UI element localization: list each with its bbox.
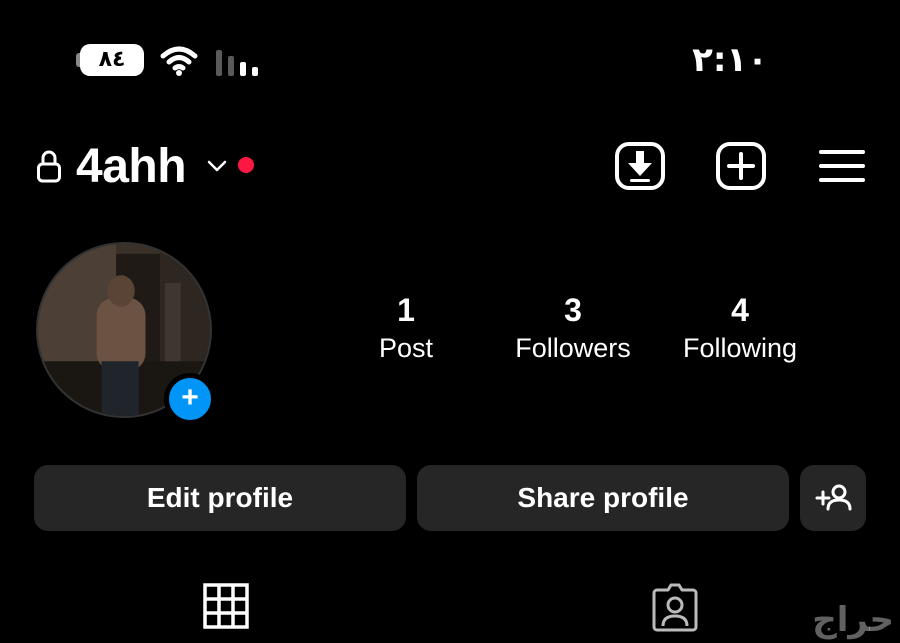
stat-posts-count: 1 [397, 292, 415, 328]
tab-posts-grid[interactable] [198, 578, 254, 634]
archive-download-button[interactable] [612, 138, 668, 194]
wifi-icon [160, 44, 198, 76]
username[interactable]: 4ahh [76, 138, 187, 196]
profile-screen: ٨٤ ٢:١٠ 4ahh + 1 Post 3 Followers 4 Foll… [0, 0, 900, 643]
stat-following-count: 4 [731, 292, 749, 328]
status-time: ٢:١٠ [692, 40, 768, 80]
tab-tagged[interactable] [647, 578, 703, 634]
add-story-button[interactable]: + [164, 373, 216, 425]
stat-following[interactable]: 4 Following [655, 290, 825, 366]
archive-download-icon [615, 142, 665, 190]
stat-posts[interactable]: 1 Post [321, 290, 491, 366]
discover-people-button[interactable] [800, 465, 866, 531]
stat-followers[interactable]: 3 Followers [488, 290, 658, 366]
lock-icon [36, 148, 62, 184]
add-person-icon [815, 484, 852, 511]
menu-icon [819, 150, 865, 182]
create-button[interactable] [713, 138, 769, 194]
chevron-down-icon[interactable] [205, 156, 229, 176]
create-plus-icon [716, 142, 766, 190]
edit-profile-button[interactable]: Edit profile [34, 465, 406, 531]
cellular-signal-icon [214, 46, 264, 76]
plus-icon: + [181, 381, 199, 414]
notification-dot [238, 157, 254, 173]
share-profile-button[interactable]: Share profile [417, 465, 789, 531]
tagged-person-icon [652, 583, 698, 632]
stat-following-label: Following [682, 333, 798, 363]
grid-icon [203, 583, 249, 629]
stat-posts-label: Post [378, 333, 434, 363]
stat-followers-label: Followers [515, 333, 631, 363]
menu-button[interactable] [814, 138, 870, 194]
watermark: حراج [812, 600, 894, 640]
battery-icon: ٨٤ [80, 44, 144, 76]
stat-followers-count: 3 [564, 292, 582, 328]
